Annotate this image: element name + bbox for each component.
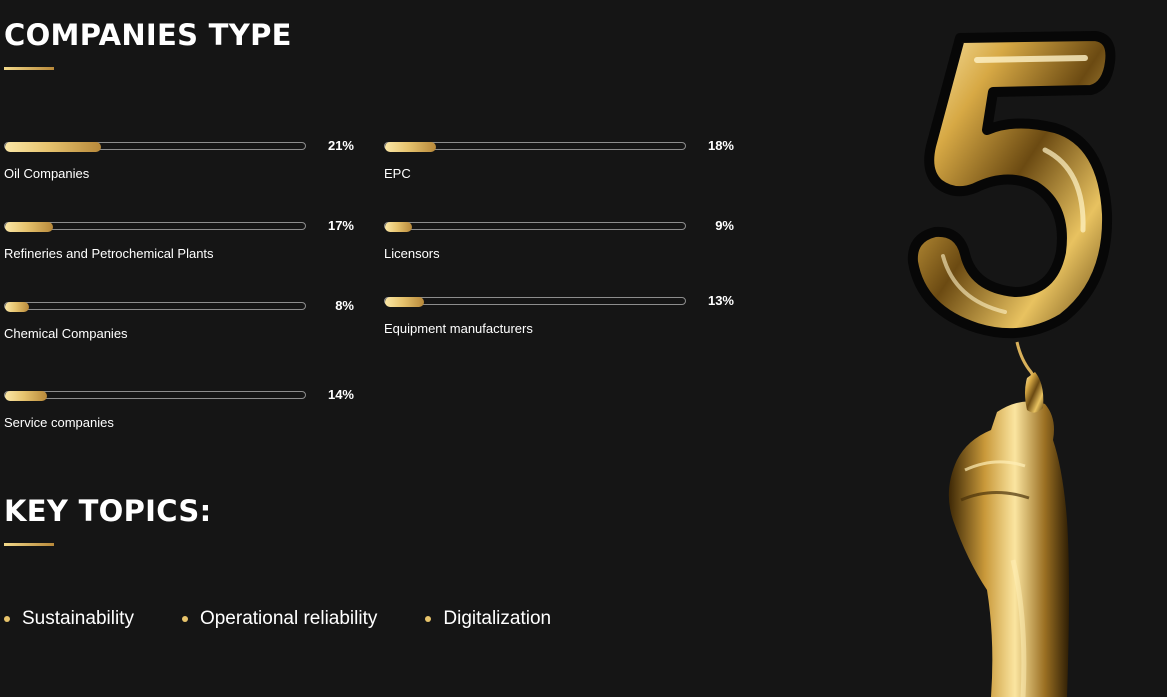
companies-type-underline [4, 67, 54, 70]
topic-label: Operational reliability [199, 608, 378, 629]
key-topics-underline [4, 543, 54, 546]
progress-track [384, 142, 686, 152]
progress-track [384, 297, 686, 307]
topic-item: Operational reliability [181, 608, 378, 630]
progress-track [4, 391, 306, 401]
stat-label: EPC [384, 166, 411, 181]
progress-percent: 8% [335, 298, 354, 313]
progress-track [384, 222, 686, 232]
stat-equipment-manufacturers: 13% Equipment manufacturers [384, 293, 734, 347]
topic-label: Sustainability [22, 608, 134, 629]
bullet-icon [4, 616, 10, 622]
progress-fill [385, 142, 436, 152]
stat-label: Licensors [384, 246, 440, 261]
progress-track [4, 222, 306, 232]
progress-fill [5, 302, 29, 312]
progress-fill [5, 391, 47, 401]
progress-percent: 9% [715, 218, 734, 233]
balloon-five-shape [907, 31, 1116, 339]
progress-percent: 13% [707, 293, 734, 308]
progress-track [4, 302, 306, 312]
stat-label: Service companies [4, 415, 114, 430]
progress-percent: 21% [327, 138, 354, 153]
stat-chemical-companies: 8% Chemical Companies [4, 298, 354, 352]
progress-percent: 14% [327, 387, 354, 402]
companies-type-heading: COMPANIES TYPE [4, 18, 292, 52]
progress-track [4, 142, 306, 152]
progress-fill [5, 142, 101, 152]
stat-epc: 18% EPC [384, 138, 734, 192]
progress-fill [385, 297, 424, 307]
stat-licensors: 9% Licensors [384, 218, 734, 272]
bullet-icon [425, 616, 432, 622]
stat-oil-companies: 21% Oil Companies [4, 138, 354, 192]
topic-label: Digitalization [443, 608, 552, 629]
progress-percent: 17% [327, 218, 354, 233]
stat-service-companies: 14% Service companies [4, 387, 354, 441]
stat-label: Oil Companies [4, 166, 90, 181]
stat-label: Chemical Companies [4, 326, 128, 341]
progress-fill [5, 222, 53, 232]
progress-fill [385, 222, 412, 232]
topic-item: Sustainability [4, 608, 134, 630]
stat-label: Refineries and Petrochemical Plants [4, 246, 214, 261]
bullet-icon [181, 616, 188, 622]
stat-label: Equipment manufacturers [384, 321, 533, 336]
key-topics-heading: KEY TOPICS: [4, 494, 212, 528]
progress-percent: 18% [707, 138, 734, 153]
key-topics-list: Sustainability Operational reliability D… [4, 608, 599, 630]
stat-refineries: 17% Refineries and Petrochemical Plants [4, 218, 354, 272]
gold-hand [948, 372, 1069, 697]
topic-item: Digitalization [425, 608, 551, 630]
gold-number-five-balloon-icon [907, 31, 1116, 697]
